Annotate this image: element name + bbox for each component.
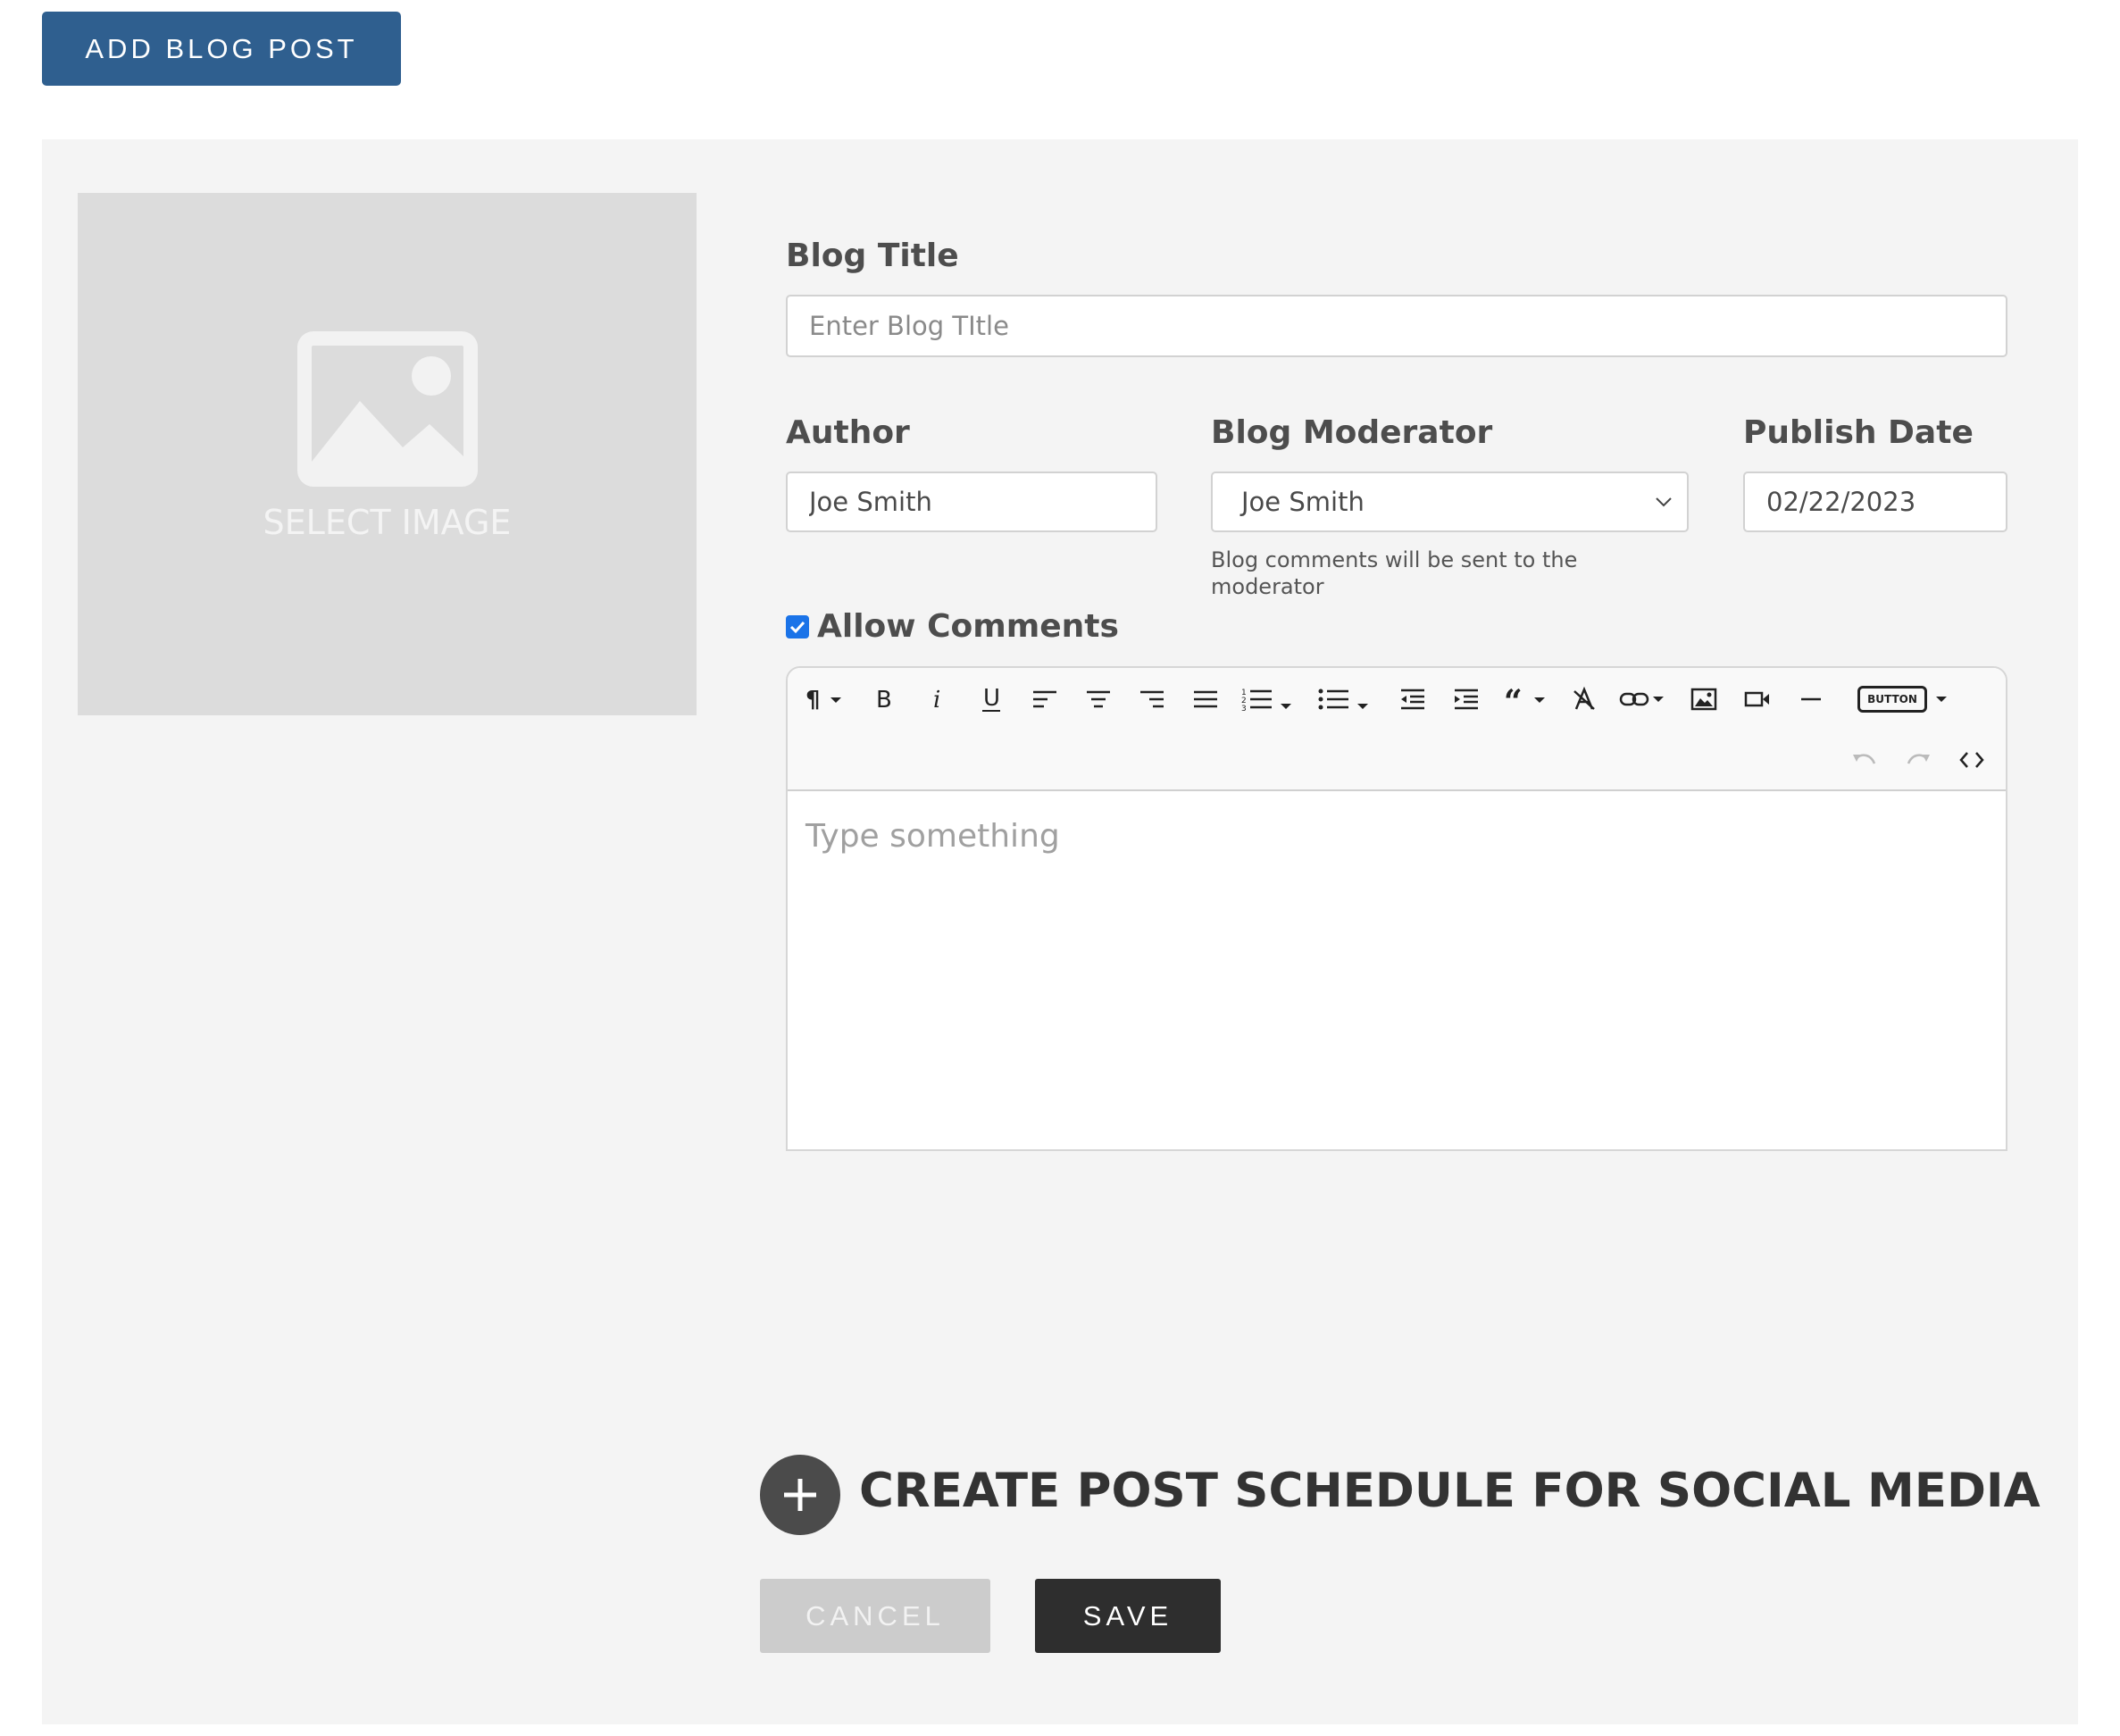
paragraph-format-button[interactable]: ¶ [804,681,848,717]
italic-icon: i [933,687,940,713]
quote-icon: “ [1504,686,1545,713]
insert-button-dropdown[interactable]: BUTTON [1847,681,1965,717]
align-left-icon [1033,690,1056,708]
undo-icon [1853,754,1876,764]
publish-date-input[interactable] [1743,472,2007,532]
code-icon [1959,752,1984,768]
author-label: Author [786,414,910,451]
horizontal-line-icon [1801,697,1821,701]
blog-title-input[interactable] [786,295,2007,357]
select-image-area[interactable]: SELECT IMAGE [78,193,697,715]
svg-text:U: U [983,685,1000,712]
insert-image-button[interactable] [1686,681,1722,717]
image-icon [296,331,478,487]
chevron-down-icon [1656,497,1672,507]
undo-button[interactable] [1847,742,1882,778]
insert-link-button[interactable] [1618,681,1668,717]
video-icon [1744,691,1769,707]
ordered-list-icon: 123 [1241,689,1291,713]
link-icon [1619,692,1664,706]
create-post-schedule-label[interactable]: CREATE POST SCHEDULE FOR SOCIAL MEDIA [859,1464,2041,1518]
image-icon [1690,688,1717,711]
align-right-icon [1140,690,1164,708]
rich-text-editor: ¶ B i U 1 2 3 “ BUTTON Type something [786,666,2007,1151]
moderator-hint: Blog comments will be sent to the modera… [1211,547,1577,600]
outdent-button[interactable] [1395,681,1431,717]
moderator-hint-line2: moderator [1211,574,1324,599]
blog-post-form-panel: SELECT IMAGE Blog Title Author Blog Mode… [42,139,2078,1724]
align-center-button[interactable] [1081,681,1116,717]
horizontal-line-button[interactable] [1793,681,1829,717]
blog-moderator-select[interactable]: Joe Smith [1211,472,1689,532]
svg-text:B: B [876,687,892,713]
button-tool-label: BUTTON [1857,686,1927,713]
moderator-hint-line1: Blog comments will be sent to the [1211,547,1578,572]
code-view-button[interactable] [1954,742,1990,778]
editor-toolbar: ¶ B i U 1 2 3 “ BUTTON [788,668,2006,791]
allow-comments-checkbox[interactable] [786,615,809,638]
clear-formatting-icon [1573,686,1595,710]
align-left-button[interactable] [1027,681,1063,717]
plus-icon [784,1479,816,1511]
add-blog-post-button[interactable]: ADD BLOG POST [42,12,401,86]
checkmark-icon [789,621,805,634]
unordered-list-button[interactable] [1316,681,1375,717]
bold-icon: B [876,687,892,713]
blog-moderator-value: Joe Smith [1241,487,1365,517]
indent-button[interactable] [1448,681,1484,717]
ordered-list-button[interactable]: 123 [1239,681,1298,717]
save-button[interactable]: SAVE [1035,1579,1221,1653]
editor-placeholder: Type something [805,818,1060,855]
insert-video-button[interactable] [1740,681,1775,717]
align-center-icon [1087,690,1110,708]
unordered-list-icon [1318,689,1368,710]
blog-moderator-label: Blog Moderator [1211,414,1493,451]
publish-date-label: Publish Date [1743,414,1974,451]
add-schedule-button[interactable] [760,1455,840,1535]
bold-button[interactable]: B [866,681,902,717]
cancel-button[interactable]: CANCEL [760,1579,990,1653]
redo-icon [1907,754,1930,764]
clear-formatting-button[interactable] [1566,681,1602,717]
svg-text:“: “ [1504,686,1523,713]
align-justify-button[interactable] [1188,681,1223,717]
underline-icon: U [982,685,1000,712]
editor-content-area[interactable]: Type something [788,791,2006,881]
quote-button[interactable]: “ [1502,681,1552,717]
caret-down-icon [1936,697,1947,702]
svg-text:¶: ¶ [805,687,821,713]
select-image-label: SELECT IMAGE [263,503,512,542]
svg-text:3: 3 [1241,705,1247,713]
svg-text:i: i [933,687,940,713]
paragraph-icon: ¶ [805,687,841,713]
author-input[interactable] [786,472,1157,532]
blog-title-label: Blog Title [786,238,959,274]
align-justify-icon [1194,690,1217,708]
indent-icon [1455,689,1478,710]
outdent-icon [1401,689,1424,710]
italic-button[interactable]: i [920,681,956,717]
redo-button[interactable] [1900,742,1936,778]
underline-button[interactable]: U [973,681,1009,717]
allow-comments-label: Allow Comments [817,608,1119,645]
align-right-button[interactable] [1134,681,1170,717]
